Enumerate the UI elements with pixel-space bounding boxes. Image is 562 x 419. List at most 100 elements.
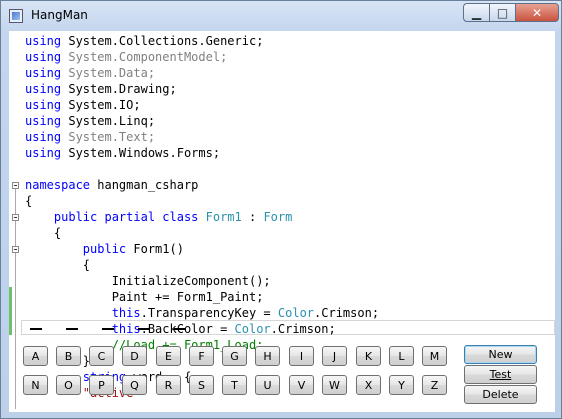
change-marker bbox=[9, 287, 12, 335]
letter-button-r[interactable]: R bbox=[156, 375, 181, 395]
code-token: public partial class bbox=[53, 210, 199, 224]
letter-button-label: K bbox=[364, 349, 373, 363]
code-line: using System.Drawing; bbox=[25, 81, 177, 97]
code-token: .Crimson; bbox=[314, 306, 380, 320]
code-line: using System.Text; bbox=[25, 129, 155, 145]
window-title: HangMan bbox=[31, 8, 88, 22]
letter-button-f[interactable]: F bbox=[189, 346, 214, 366]
minimize-button[interactable]: ▁ bbox=[463, 3, 489, 22]
letter-button-label: Y bbox=[398, 378, 405, 392]
letter-button-t[interactable]: T bbox=[222, 375, 247, 395]
code-line: using System.Collections.Generic; bbox=[25, 33, 263, 49]
letter-button-e[interactable]: E bbox=[156, 346, 181, 366]
test-button[interactable]: Test bbox=[464, 365, 537, 384]
new-button-label: New bbox=[488, 348, 513, 361]
code-token: InitializeComponent(); bbox=[25, 274, 271, 288]
letter-button-s[interactable]: S bbox=[189, 375, 214, 395]
letter-button-label: I bbox=[299, 349, 304, 363]
letter-button-label: J bbox=[332, 349, 337, 363]
letter-button-l[interactable]: L bbox=[389, 346, 414, 366]
letter-button-q[interactable]: Q bbox=[122, 375, 147, 395]
code-token: System.Linq; bbox=[61, 114, 156, 128]
letter-button-label: Q bbox=[130, 378, 139, 392]
letter-button-b[interactable]: B bbox=[56, 346, 81, 366]
code-line: namespace hangman_csharp bbox=[25, 177, 198, 193]
letter-button-z[interactable]: Z bbox=[422, 375, 447, 395]
letter-button-label: P bbox=[98, 378, 105, 392]
close-button[interactable]: ✕ bbox=[515, 3, 559, 22]
code-token: Paint += Form1_Paint; bbox=[25, 290, 264, 304]
letter-button-w[interactable]: W bbox=[322, 375, 347, 395]
code-line: using System.Windows.Forms; bbox=[25, 145, 220, 161]
code-line: using System.Data; bbox=[25, 65, 155, 81]
delete-button[interactable]: Delete bbox=[464, 385, 537, 404]
letter-button-label: C bbox=[97, 349, 106, 363]
letter-button-p[interactable]: P bbox=[89, 375, 114, 395]
code-token: System.ComponentModel; bbox=[61, 50, 228, 64]
code-token: { bbox=[25, 194, 33, 208]
maximize-button[interactable]: □ bbox=[489, 3, 515, 22]
letter-button-x[interactable]: X bbox=[356, 375, 381, 395]
code-line: using System.Linq; bbox=[25, 113, 155, 129]
test-button-label: Test bbox=[489, 368, 512, 381]
code-token: System.Text; bbox=[61, 130, 156, 144]
letter-button-j[interactable]: J bbox=[322, 346, 347, 366]
letter-button-m[interactable]: M bbox=[422, 346, 447, 366]
app-icon bbox=[9, 9, 23, 23]
code-token: public bbox=[82, 242, 127, 256]
maximize-icon: □ bbox=[496, 5, 509, 20]
code-token: this bbox=[111, 306, 141, 320]
window-frame: HangMan ▁ □ ✕ using System.Collections.G… bbox=[0, 0, 562, 419]
code-line: public partial class Form1 : Form bbox=[25, 209, 292, 225]
code-token: System.Drawing; bbox=[61, 82, 177, 96]
delete-button-label: Delete bbox=[482, 388, 519, 401]
code-token: { bbox=[25, 226, 62, 240]
code-token: namespace bbox=[25, 178, 91, 192]
new-button[interactable]: New bbox=[464, 345, 537, 364]
letter-button-v[interactable]: V bbox=[289, 375, 314, 395]
letter-button-label: L bbox=[398, 349, 405, 363]
minimize-icon: ▁ bbox=[471, 5, 482, 20]
letter-button-label: V bbox=[297, 378, 306, 392]
letter-button-h[interactable]: H bbox=[255, 346, 280, 366]
form-client-area: using System.Collections.Generic; using S… bbox=[9, 31, 555, 412]
letter-button-label: H bbox=[263, 349, 272, 363]
code-token: Form1 bbox=[198, 210, 242, 224]
letter-button-n[interactable]: N bbox=[23, 375, 48, 395]
code-line: Paint += Form1_Paint; bbox=[25, 289, 264, 305]
title-bar[interactable]: HangMan ▁ □ ✕ bbox=[1, 1, 562, 31]
code-line: this.BackColor = Color.Crimson; bbox=[25, 321, 336, 337]
letter-button-label: R bbox=[164, 378, 173, 392]
code-token: using bbox=[25, 82, 62, 96]
close-icon: ✕ bbox=[531, 5, 543, 20]
letter-button-i[interactable]: I bbox=[289, 346, 314, 366]
letter-button-label: X bbox=[364, 378, 373, 392]
fold-guide bbox=[15, 189, 16, 409]
code-token: System.Windows.Forms; bbox=[61, 146, 221, 160]
code-line: using System.ComponentModel; bbox=[25, 49, 227, 65]
collapse-icon[interactable] bbox=[12, 182, 19, 189]
letter-button-a[interactable]: A bbox=[23, 346, 48, 366]
letter-button-label: S bbox=[198, 378, 205, 392]
code-line: public Form1() bbox=[25, 241, 184, 257]
letter-button-g[interactable]: G bbox=[222, 346, 247, 366]
letter-button-k[interactable]: K bbox=[356, 346, 381, 366]
letter-button-c[interactable]: C bbox=[89, 346, 114, 366]
collapse-icon[interactable] bbox=[12, 214, 19, 221]
letter-button-o[interactable]: O bbox=[56, 375, 81, 395]
letter-button-y[interactable]: Y bbox=[389, 375, 414, 395]
code-token: System.IO; bbox=[61, 98, 141, 112]
letter-button-label: W bbox=[329, 378, 340, 392]
letter-button-d[interactable]: D bbox=[122, 346, 147, 366]
letter-button-label: Z bbox=[430, 378, 439, 392]
code-line: using System.IO; bbox=[25, 97, 141, 113]
code-token: : bbox=[241, 210, 264, 224]
collapse-icon[interactable] bbox=[12, 246, 19, 253]
code-token: System.Data; bbox=[61, 66, 156, 80]
letter-button-u[interactable]: U bbox=[255, 375, 280, 395]
code-token: .Crimson; bbox=[270, 322, 336, 336]
code-token: Color bbox=[277, 306, 315, 320]
